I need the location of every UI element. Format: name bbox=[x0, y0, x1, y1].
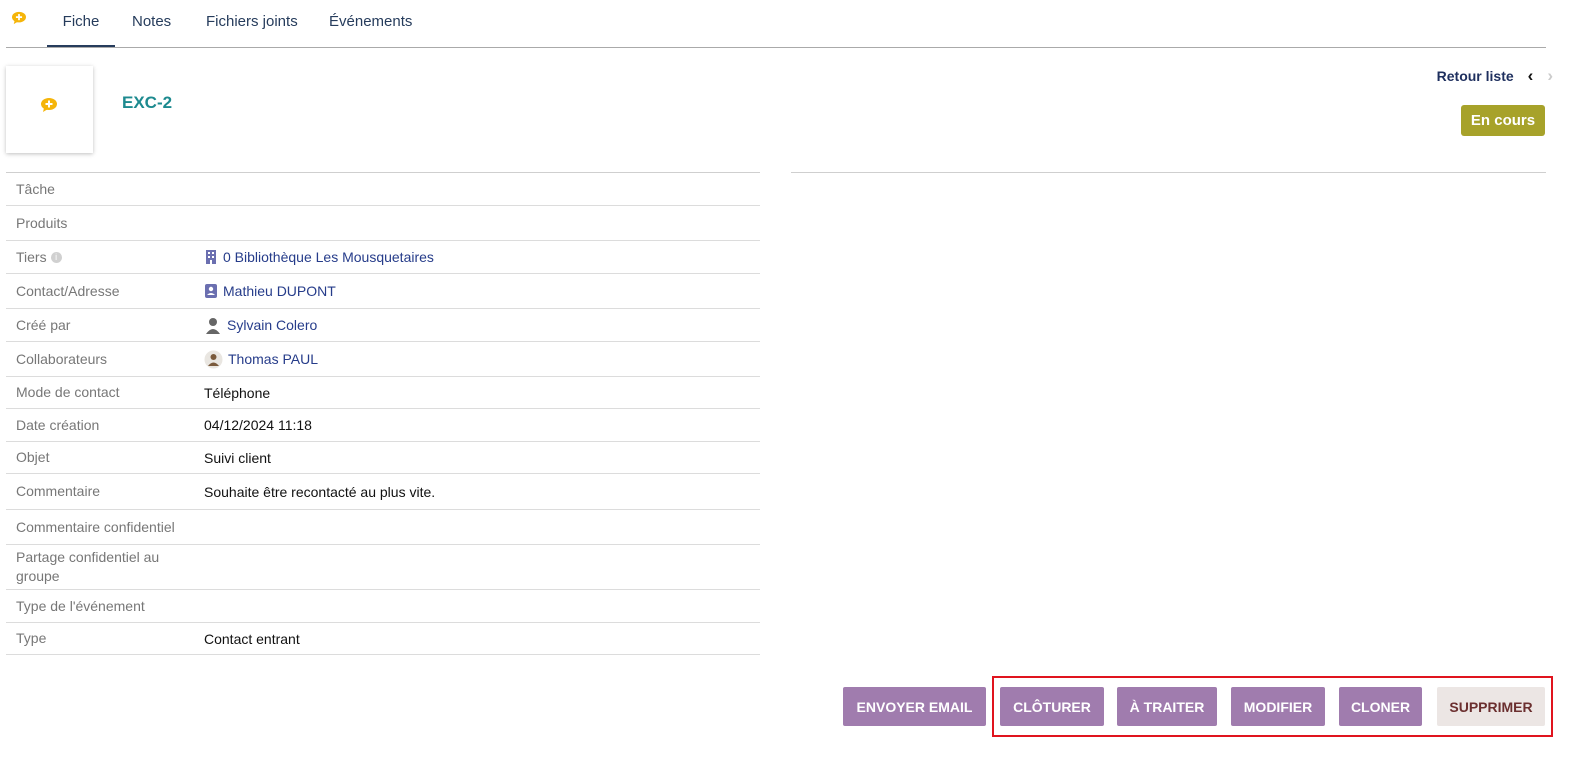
field-label: Objet bbox=[16, 449, 50, 465]
table-row: Objet Suivi client bbox=[6, 442, 760, 474]
record-thumbnail bbox=[6, 66, 93, 153]
user-avatar-icon bbox=[204, 350, 223, 368]
delete-button[interactable]: SUPPRIMER bbox=[1437, 687, 1545, 726]
field-label: Commentaire confidentiel bbox=[16, 518, 175, 535]
tiers-link[interactable]: 0 Bibliothèque Les Mousquetaires bbox=[223, 249, 434, 265]
divider bbox=[791, 172, 1546, 173]
field-label: Type de l'événement bbox=[16, 597, 145, 614]
field-label: Créé par bbox=[16, 316, 71, 333]
field-value[interactable]: Sylvain Colero bbox=[204, 316, 760, 334]
field-value: 04/12/2024 11:18 bbox=[204, 417, 312, 433]
chevron-left-icon[interactable]: ‹ bbox=[1528, 66, 1534, 86]
fields-table: Tâche Produits Tiers i 0 Bibliothèque Les… bbox=[6, 172, 760, 655]
table-row: Mode de contact Téléphone bbox=[6, 377, 760, 409]
contact-link[interactable]: Mathieu DUPONT bbox=[223, 283, 336, 299]
table-row: Type Contact entrant bbox=[6, 623, 760, 655]
field-label-text: Tiers bbox=[16, 248, 47, 265]
field-value[interactable]: Thomas PAUL bbox=[204, 350, 760, 369]
building-icon bbox=[206, 250, 216, 264]
field-label: Date création bbox=[16, 416, 100, 433]
chat-plus-icon bbox=[12, 11, 26, 25]
table-row: Date création 04/12/2024 11:18 bbox=[6, 409, 760, 442]
field-label: Mode de contact bbox=[16, 384, 120, 400]
info-icon[interactable]: i bbox=[50, 252, 62, 264]
field-label: Produits bbox=[16, 214, 68, 231]
tab-evenements[interactable]: Événements bbox=[329, 0, 412, 47]
tab-fiche[interactable]: Fiche bbox=[47, 0, 115, 47]
field-value: Souhaite être recontacté au plus vite. bbox=[204, 483, 436, 500]
tab-notes[interactable]: Notes bbox=[132, 0, 171, 47]
table-row: Commentaire Souhaite être recontacté au … bbox=[6, 474, 760, 510]
table-row: Type de l'événement bbox=[6, 590, 760, 623]
edit-button[interactable]: MODIFIER bbox=[1231, 687, 1325, 726]
field-label: Collaborateurs bbox=[16, 350, 108, 367]
table-row: Créé par Sylvain Colero bbox=[6, 309, 760, 342]
tab-fichiers-joints[interactable]: Fichiers joints bbox=[206, 0, 298, 47]
field-label: Tâche bbox=[16, 180, 55, 197]
send-email-button[interactable]: ENVOYER EMAIL bbox=[843, 687, 986, 726]
table-row: Tâche bbox=[6, 173, 760, 206]
field-label: Contact/Adresse bbox=[16, 282, 120, 299]
field-value[interactable]: 0 Bibliothèque Les Mousquetaires bbox=[204, 249, 760, 265]
collaborator-link[interactable]: Thomas PAUL bbox=[228, 351, 318, 367]
chat-plus-icon bbox=[41, 98, 57, 112]
to-process-button[interactable]: À TRAITER bbox=[1117, 687, 1217, 726]
clone-button[interactable]: CLONER bbox=[1339, 687, 1422, 726]
table-row: Commentaire confidentiel bbox=[6, 510, 760, 545]
record-ref: EXC-2 bbox=[122, 93, 173, 112]
tab-bar: Fiche Notes Fichiers joints Événements bbox=[6, 0, 1546, 48]
field-label: Partage confidentiel au groupe bbox=[16, 549, 160, 584]
table-row: Partage confidentiel au groupe bbox=[6, 545, 760, 590]
field-label: Type bbox=[16, 630, 47, 646]
field-value: Téléphone bbox=[204, 384, 271, 401]
record-navigation: Retour liste ‹ › bbox=[1437, 66, 1553, 86]
table-row: Tiers i 0 Bibliothèque Les Mousquetaires bbox=[6, 241, 760, 274]
table-row: Collaborateurs Thomas PAUL bbox=[6, 342, 760, 377]
table-row: Contact/Adresse Mathieu DUPONT bbox=[6, 274, 760, 309]
chevron-right-icon[interactable]: › bbox=[1547, 66, 1553, 86]
user-icon bbox=[206, 318, 220, 334]
field-label: Tiers i bbox=[6, 248, 204, 267]
close-record-button[interactable]: CLÔTURER bbox=[1000, 687, 1104, 726]
field-label: Commentaire bbox=[16, 483, 101, 499]
field-value[interactable]: Mathieu DUPONT bbox=[204, 283, 760, 299]
contact-card-icon bbox=[205, 284, 217, 298]
status-badge: En cours bbox=[1461, 105, 1545, 136]
field-value: Suivi client bbox=[204, 449, 271, 466]
back-to-list-link[interactable]: Retour liste bbox=[1437, 68, 1514, 84]
table-row: Produits bbox=[6, 206, 760, 241]
creator-link[interactable]: Sylvain Colero bbox=[227, 317, 317, 333]
field-value: Contact entrant bbox=[204, 630, 300, 647]
